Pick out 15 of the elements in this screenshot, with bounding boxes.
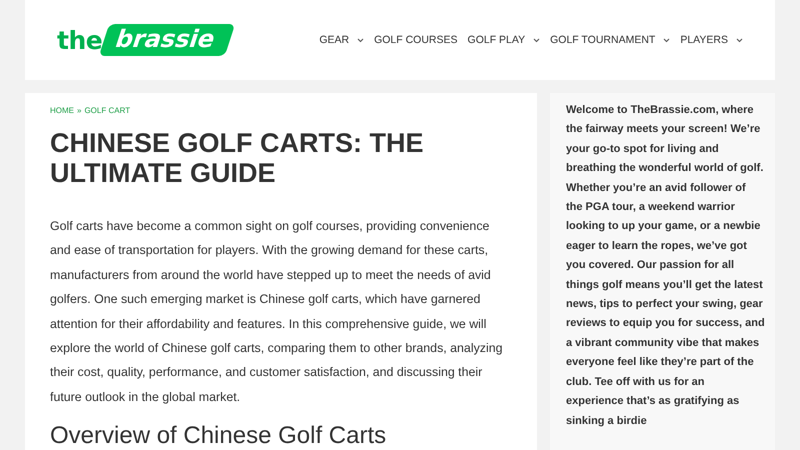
nav-link[interactable]: GEAR <box>319 34 364 46</box>
article-title: CHINESE GOLF CARTS: THE ULTIMATE GUIDE <box>50 128 425 188</box>
chevron-down-icon <box>663 38 670 42</box>
nav-link[interactable]: GOLF TOURNAMENT <box>550 34 670 46</box>
breadcrumb-separator: » <box>77 106 82 115</box>
chevron-down-icon <box>533 38 540 42</box>
article-paragraph: Golf carts have become a common sight on golf courses, providing convenience and ease of transportation for players. With the growing demand for these carts, manufacturers from around the world have stepped up to meet the needs of avid golfers. One such emerging market is Chinese golf carts, which have garnered attention for their affordability and features. In this comprehensive guide, we will explore the world of Chinese golf carts, comparing them to other brands, analyzing their cost, quality, performance, and customer satisfaction, and discussing their future outlook in the global market. <box>50 218 504 406</box>
section-heading: Overview of Chinese Golf Carts <box>50 422 388 450</box>
nav-link[interactable]: PLAYERS <box>680 34 743 46</box>
chevron-down-icon <box>357 38 364 42</box>
nav-link[interactable]: GOLF PLAY <box>468 34 540 46</box>
about-text: Welcome to TheBrassie.com, where the fairway meets your screen! We’re your go-to spot for living and breathing the wonderful world of golf. Whether you’re an avid follower of the PGA tour, a weekend warrior looking to up your game, or a newbie eager to learn the ropes, we’ve got you covered. Our passion for all things golf means you’ll get the latest news, tips to perfect your swing, gear reviews to equip you for success, and a vibrant community vibe that makes everyone feel like they’re part of the club. Tee off with us for an experience that’s as gratifying as sinking a birdie <box>566 103 765 428</box>
nav-link[interactable]: GOLF COURSES <box>374 34 458 46</box>
breadcrumb-link[interactable]: GOLF CART <box>84 106 130 115</box>
chevron-down-icon <box>736 38 743 42</box>
